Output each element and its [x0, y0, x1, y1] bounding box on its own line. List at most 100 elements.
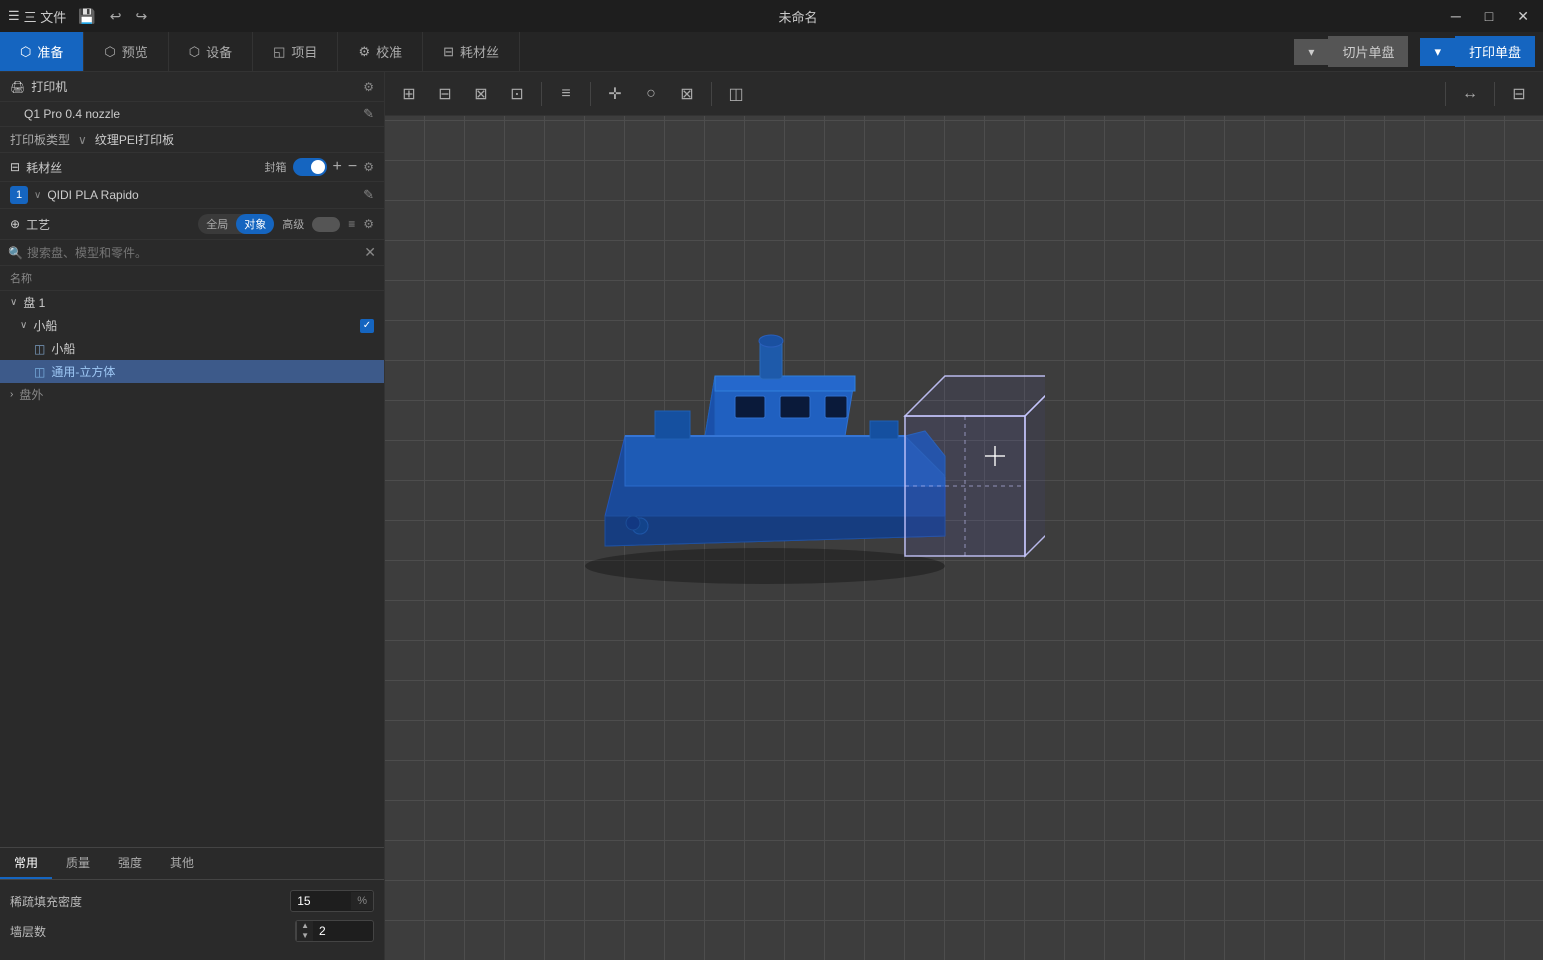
plate-value-label: 纹理PEI打印板: [95, 131, 174, 148]
craft-mode-controls: 全局 对象 高级 ≡ ⚙: [198, 214, 374, 234]
printer-section-header: 🖨 打印机 ⚙: [0, 72, 384, 102]
slice-single-button[interactable]: 切片单盘: [1328, 36, 1408, 67]
vp-select-tool[interactable]: ○: [635, 78, 667, 110]
printer-edit-icon[interactable]: ✎: [363, 106, 374, 122]
tree-item-boat-part[interactable]: ◫ 小船: [0, 337, 384, 360]
wall-count-down[interactable]: ▼: [297, 931, 313, 941]
print-single-button[interactable]: 打印单盘: [1455, 36, 1535, 67]
nav-tabs: ⬡ 准备 ⬡ 预览 ⬡ 设备 ◱ 项目 ⚙ 校准 ⊟ 耗材丝 ▾ 切片单盘 ▾ …: [0, 32, 1543, 72]
tab-device[interactable]: ⬡ 设备: [169, 32, 253, 71]
window-controls: ─ □ ✕: [1445, 6, 1535, 27]
craft-mode-global[interactable]: 全局: [198, 214, 236, 234]
printer-name-row: Q1 Pro 0.4 nozzle ✎: [0, 102, 384, 127]
undo-icon[interactable]: ↩: [106, 6, 126, 27]
tree-item-cube-part[interactable]: ◫ 通用-立方体: [0, 360, 384, 383]
tab-prepare[interactable]: ⬡ 准备: [0, 32, 84, 71]
selection-box: [905, 376, 1045, 556]
file-menu-label: 三 文件: [24, 7, 67, 26]
print-btn-group: ▾ 打印单盘: [1420, 36, 1535, 67]
craft-mode-object[interactable]: 对象: [236, 214, 274, 234]
vp-move-tool[interactable]: ✛: [599, 78, 631, 110]
filament-number: 1: [10, 186, 28, 204]
filament-tab-icon: ⊟: [443, 44, 454, 60]
redo-icon[interactable]: ↪: [131, 6, 151, 27]
small-ship-caret: ∨: [20, 320, 27, 331]
infill-density-input-wrap: %: [290, 890, 374, 912]
slice-single-label: 切片单盘: [1342, 42, 1394, 61]
vp-layers-tool[interactable]: ≡: [550, 78, 582, 110]
filament-settings-icon[interactable]: ⚙: [363, 160, 374, 174]
tab-strength[interactable]: 强度: [104, 848, 156, 879]
printer-title-label: 打印机: [31, 78, 67, 95]
tree-item-outside[interactable]: › 盘外: [0, 383, 384, 406]
vp-settings-tool[interactable]: ⊟: [1503, 78, 1535, 110]
ship-model-svg: [565, 256, 1045, 606]
tab-preview-label: 预览: [122, 42, 148, 61]
vp-measure-tool[interactable]: ↔: [1454, 78, 1486, 110]
menu-icon: ☰: [8, 8, 20, 24]
vp-frame-tool[interactable]: ⊡: [501, 78, 533, 110]
filament-edit-icon[interactable]: ✎: [363, 187, 374, 203]
tab-quality[interactable]: 质量: [52, 848, 104, 879]
tab-device-label: 设备: [206, 42, 232, 61]
tab-project-label: 项目: [291, 42, 317, 61]
settings-tabs: 常用 质量 强度 其他: [0, 848, 384, 880]
search-input[interactable]: [27, 246, 360, 260]
vp-separator-1: [541, 82, 542, 106]
vp-separator-2: [590, 82, 591, 106]
vp-cut-tool[interactable]: ◫: [720, 78, 752, 110]
wall-count-input-wrap: ▲ ▼: [295, 920, 374, 942]
tree-item-disk1[interactable]: ∨ 盘 1: [0, 291, 384, 314]
print-dropdown-button[interactable]: ▾: [1420, 38, 1455, 66]
tab-other[interactable]: 其他: [156, 848, 208, 879]
slice-dropdown-button[interactable]: ▾: [1294, 39, 1328, 65]
device-icon: ⬡: [189, 44, 200, 60]
titlebar-left: ☰ 三 文件 💾 ↩ ↪: [8, 6, 151, 27]
tab-preview[interactable]: ⬡ 预览: [84, 32, 168, 71]
tab-calibrate-label: 校准: [376, 42, 402, 61]
small-ship-checkbox[interactable]: ✓: [360, 319, 374, 333]
minimize-button[interactable]: ─: [1445, 6, 1467, 27]
vp-paint-tool[interactable]: ⊠: [671, 78, 703, 110]
craft-list-icon[interactable]: ≡: [348, 217, 355, 231]
tree-item-small-ship-group[interactable]: ∨ 小船 ✓: [0, 314, 384, 337]
vp-add-object-tool[interactable]: ⊞: [393, 78, 425, 110]
vp-separator-5: [1494, 82, 1495, 106]
tab-calibrate[interactable]: ⚙ 校准: [338, 32, 423, 71]
tab-project[interactable]: ◱ 项目: [253, 32, 338, 71]
filament-add-icon[interactable]: +: [333, 158, 342, 176]
vp-separator-3: [711, 82, 712, 106]
advanced-toggle[interactable]: [312, 217, 340, 232]
setting-infill-density: 稀疏填充密度 %: [10, 890, 374, 912]
outside-label: 盘外: [19, 386, 374, 403]
filament-remove-icon[interactable]: −: [348, 158, 357, 176]
tab-filament[interactable]: ⊟ 耗材丝: [423, 32, 520, 71]
outside-caret: ›: [10, 389, 13, 400]
clear-search-icon[interactable]: ✕: [364, 244, 376, 261]
craft-section-header: ⊕ 工艺 全局 对象 高级 ≡ ⚙: [0, 209, 384, 240]
cube-part-label: 通用-立方体: [51, 363, 374, 380]
maximize-button[interactable]: □: [1479, 6, 1499, 27]
small-ship-group-label: 小船: [33, 317, 356, 334]
printer-settings-icon[interactable]: ⚙: [363, 80, 374, 94]
filament-name-label: QIDI PLA Rapido: [47, 188, 357, 202]
viewport-canvas: [385, 116, 1543, 960]
printer-section-title: 🖨 打印机: [10, 78, 67, 95]
infill-density-input[interactable]: [291, 891, 351, 911]
filament-toggle[interactable]: [293, 158, 327, 176]
vp-separator-4: [1445, 82, 1446, 106]
craft-settings-icon[interactable]: ⚙: [363, 217, 374, 231]
titlebar: ☰ 三 文件 💾 ↩ ↪ 未命名 ─ □ ✕: [0, 0, 1543, 32]
left-panel: 🖨 打印机 ⚙ Q1 Pro 0.4 nozzle ✎ 打印板类型 ∨ 纹理PE…: [0, 72, 385, 960]
vp-grid-tool[interactable]: ⊟: [429, 78, 461, 110]
wall-count-input[interactable]: [313, 921, 373, 941]
vp-rotate-tool[interactable]: ⊠: [465, 78, 497, 110]
tab-common[interactable]: 常用: [0, 848, 52, 879]
close-button[interactable]: ✕: [1511, 6, 1535, 27]
file-menu[interactable]: ☰ 三 文件: [8, 7, 66, 26]
craft-modes: 全局 对象: [198, 214, 274, 234]
wall-count-up[interactable]: ▲: [297, 921, 313, 931]
save-icon[interactable]: 💾: [74, 6, 99, 27]
viewport[interactable]: ⊞ ⊟ ⊠ ⊡ ≡ ✛ ○ ⊠ ◫ ↔ ⊟: [385, 72, 1543, 960]
nav-right: ▾ 切片单盘 ▾ 打印单盘: [1294, 32, 1543, 71]
